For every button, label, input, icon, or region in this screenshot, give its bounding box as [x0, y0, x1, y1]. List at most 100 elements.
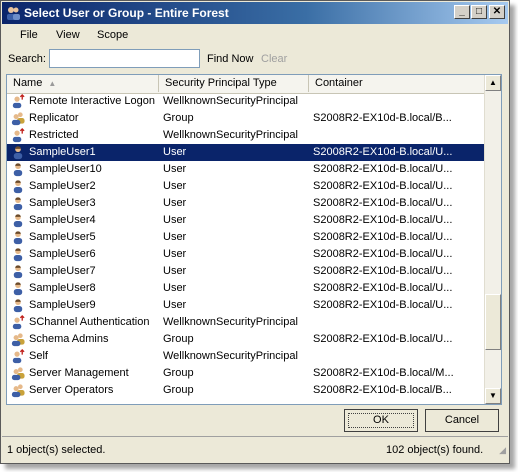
row-type: WellknownSecurityPrincipal [163, 95, 298, 107]
scroll-up-button[interactable]: ▲ [485, 75, 501, 91]
list-row[interactable]: Server Management Group S2008R2-EX10d-B.lo… [7, 365, 485, 382]
list-row[interactable]: SampleUser8 User S2008R2-EX10d-B.local/U..… [7, 280, 485, 297]
user-icon [13, 146, 23, 160]
row-container: S2008R2-EX10d-B.local/U... [313, 214, 453, 226]
sort-ascending-icon: ▲ [48, 79, 57, 88]
row-name: Server Operators [29, 384, 114, 396]
list-row[interactable]: SampleUser2 User S2008R2-EX10d-B.local/U..… [7, 178, 485, 195]
scroll-down-button[interactable]: ▼ [485, 388, 501, 404]
users-app-icon [7, 7, 20, 20]
maximize-icon: □ [475, 6, 483, 17]
row-name: SampleUser10 [29, 163, 102, 175]
list-row[interactable]: Restricted WellknownSecurityPrincipal [7, 127, 485, 144]
row-name: Restricted [29, 129, 79, 141]
row-type: User [163, 163, 187, 175]
scroll-up-icon: ▲ [489, 78, 497, 87]
column-header-name[interactable]: Name ▲ [7, 75, 159, 92]
group-icon [11, 112, 25, 126]
found-count: 102 object(s) found. [386, 444, 484, 456]
row-name: SChannel Authentication [29, 316, 150, 328]
results-list[interactable]: Name ▲ Security Principal Type Container … [6, 74, 502, 405]
list-row[interactable]: SampleUser6 User S2008R2-EX10d-B.local/U..… [7, 246, 485, 263]
minimize-icon: _ [459, 6, 465, 17]
row-container: S2008R2-EX10d-B.local/B... [313, 384, 452, 396]
column-name-label: Name [13, 77, 43, 89]
row-type: Group [163, 112, 194, 124]
list-row[interactable]: SampleUser3 User S2008R2-EX10d-B.local/U..… [7, 195, 485, 212]
row-name: Replicator [29, 112, 79, 124]
row-container: S2008R2-EX10d-B.local/U... [313, 231, 453, 243]
list-row[interactable]: SampleUser10 User S2008R2-EX10d-B.local/U.… [7, 161, 485, 178]
list-row[interactable]: SampleUser1 User S2008R2-EX10d-B.local/U..… [7, 144, 485, 161]
maximize-button[interactable]: □ [471, 5, 487, 19]
scroll-down-icon: ▼ [489, 391, 497, 400]
list-rows: Remote Interactive Logon WellknownSecurit… [7, 93, 485, 399]
row-type: User [163, 214, 187, 226]
list-row[interactable]: SampleUser9 User S2008R2-EX10d-B.local/U..… [7, 297, 485, 314]
list-row[interactable]: Self WellknownSecurityPrincipal [7, 348, 485, 365]
user-icon [13, 282, 23, 296]
list-row[interactable]: Remote Interactive Logon WellknownSecurit… [7, 93, 485, 110]
row-name: SampleUser6 [29, 248, 96, 260]
row-type: User [163, 265, 187, 277]
row-type: WellknownSecurityPrincipal [163, 129, 298, 141]
column-header-container[interactable]: Container [309, 75, 485, 92]
row-container: S2008R2-EX10d-B.local/U... [313, 163, 453, 175]
menu-scope[interactable]: Scope [97, 29, 128, 41]
row-container: S2008R2-EX10d-B.local/B... [313, 112, 452, 124]
row-container: S2008R2-EX10d-B.local/U... [313, 333, 453, 345]
status-bar: 1 object(s) selected. 102 object(s) foun… [2, 436, 508, 463]
vertical-scrollbar[interactable]: ▲ ▼ [484, 75, 501, 404]
search-label: Search: [8, 53, 46, 65]
group-icon [11, 333, 25, 347]
row-type: Group [163, 367, 194, 379]
list-row[interactable]: Schema Admins Group S2008R2-EX10d-B.local/… [7, 331, 485, 348]
row-name: Schema Admins [29, 333, 109, 345]
row-container: S2008R2-EX10d-B.local/U... [313, 299, 453, 311]
column-type-label: Security Principal Type [165, 77, 277, 89]
row-name: SampleUser8 [29, 282, 96, 294]
close-button[interactable]: ✕ [489, 5, 505, 19]
list-row[interactable]: Server Operators Group S2008R2-EX10d-B.loc… [7, 382, 485, 399]
ok-button[interactable]: OK [344, 409, 418, 432]
column-header-type[interactable]: Security Principal Type [159, 75, 309, 92]
row-container: S2008R2-EX10d-B.local/U... [313, 282, 453, 294]
row-type: User [163, 282, 187, 294]
column-container-label: Container [315, 77, 363, 89]
resize-grip-icon[interactable]: ◢ [499, 445, 506, 456]
user-icon [13, 163, 23, 177]
find-now-button[interactable]: Find Now [207, 53, 253, 65]
wellknown-principal-icon [12, 94, 25, 109]
menu-view[interactable]: View [56, 29, 80, 41]
clear-button[interactable]: Clear [261, 53, 287, 65]
list-row[interactable]: SampleUser5 User S2008R2-EX10d-B.local/U..… [7, 229, 485, 246]
row-name: Self [29, 350, 48, 362]
row-type: User [163, 248, 187, 260]
title-bar[interactable]: Select User or Group - Entire Forest _ □… [2, 2, 508, 24]
user-icon [13, 248, 23, 262]
search-input[interactable] [49, 49, 200, 68]
row-container: S2008R2-EX10d-B.local/M... [313, 367, 454, 379]
close-icon: ✕ [492, 6, 502, 17]
user-icon [13, 265, 23, 279]
menu-bar: File View Scope [2, 25, 508, 45]
list-header: Name ▲ Security Principal Type Container [7, 75, 485, 94]
window-title: Select User or Group - Entire Forest [24, 6, 229, 20]
row-container: S2008R2-EX10d-B.local/U... [313, 197, 453, 209]
row-name: SampleUser5 [29, 231, 96, 243]
list-row[interactable]: SampleUser7 User S2008R2-EX10d-B.local/U..… [7, 263, 485, 280]
row-name: SampleUser1 [29, 146, 96, 158]
row-name: SampleUser2 [29, 180, 96, 192]
search-row: Search: Find Now Clear [2, 47, 508, 71]
minimize-button[interactable]: _ [454, 5, 470, 19]
list-row[interactable]: Replicator Group S2008R2-EX10d-B.local/B..… [7, 110, 485, 127]
list-row[interactable]: SChannel Authentication WellknownSecurity… [7, 314, 485, 331]
cancel-button[interactable]: Cancel [425, 409, 499, 432]
user-icon [13, 214, 23, 228]
row-name: SampleUser9 [29, 299, 96, 311]
group-icon [11, 384, 25, 398]
scrollbar-thumb[interactable] [485, 294, 501, 350]
list-row[interactable]: SampleUser4 User S2008R2-EX10d-B.local/U..… [7, 212, 485, 229]
wellknown-principal-icon [12, 315, 25, 330]
menu-file[interactable]: File [20, 29, 38, 41]
